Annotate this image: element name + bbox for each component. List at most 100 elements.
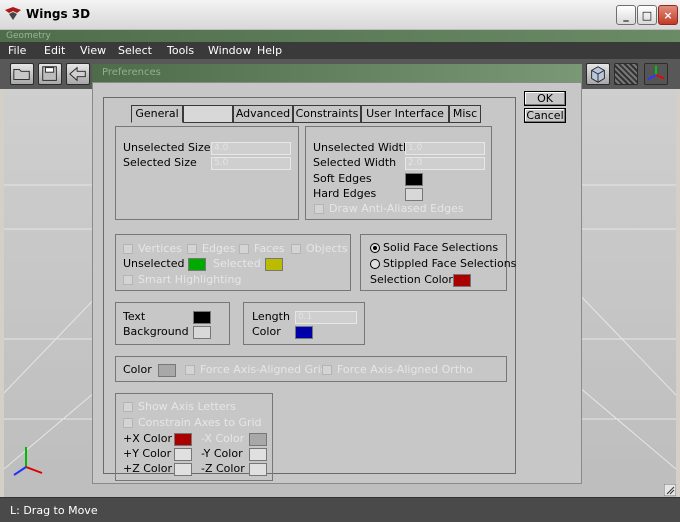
status-text: L: Drag to Move (10, 504, 98, 517)
selected-width-input[interactable]: 2.0 (405, 157, 485, 170)
background-color-swatch[interactable] (193, 326, 211, 339)
normal-color-label: Color (252, 325, 281, 338)
faces-checkbox[interactable] (239, 244, 249, 254)
unselected-color-swatch[interactable] (188, 258, 206, 271)
unselected-width-label: Unselected Width (313, 141, 410, 154)
length-input[interactable]: 0.1 (295, 311, 357, 324)
window-title: Wings 3D (26, 7, 91, 21)
plus-x-color-swatch[interactable] (174, 433, 192, 446)
minimize-button[interactable]: _ (616, 5, 636, 25)
menu-window[interactable]: Window (208, 44, 251, 57)
save-icon[interactable] (38, 63, 62, 85)
resize-grip-icon[interactable] (664, 484, 676, 496)
unselected-width-input[interactable]: 1.0 (405, 142, 485, 155)
menu-file[interactable]: File (8, 44, 26, 57)
selected-label: Selected (213, 257, 261, 270)
text-color-swatch[interactable] (193, 311, 211, 324)
menu-help[interactable]: Help (257, 44, 282, 57)
smart-highlighting-checkbox[interactable] (123, 275, 133, 285)
grid-color-label: Color (123, 363, 152, 376)
selected-width-label: Selected Width (313, 156, 397, 169)
unselected-size-label: Unselected Size (123, 141, 211, 154)
objects-checkbox[interactable] (291, 244, 301, 254)
soft-edges-color-swatch[interactable] (405, 173, 423, 186)
force-grid-checkbox[interactable] (185, 365, 195, 375)
hard-edges-color-swatch[interactable] (405, 188, 423, 201)
tab-user-interface[interactable]: User Interface (361, 105, 449, 123)
selected-size-label: Selected Size (123, 156, 197, 169)
force-ortho-label: Force Axis-Aligned Ortho (337, 363, 473, 376)
menu-edit[interactable]: Edit (44, 44, 65, 57)
cancel-button[interactable]: Cancel (524, 108, 566, 123)
dialog-title: Preferences (102, 67, 161, 78)
geometry-strip-label: Geometry (6, 31, 51, 41)
objects-label: Objects (306, 242, 348, 255)
edges-checkbox[interactable] (187, 244, 197, 254)
stippled-face-radio[interactable] (370, 259, 380, 269)
text-label: Text (123, 310, 146, 323)
stippled-face-label: Stippled Face Selections (383, 257, 517, 270)
hard-edges-label: Hard Edges (313, 187, 377, 200)
cube-icon[interactable] (586, 63, 610, 85)
normal-color-swatch[interactable] (295, 326, 313, 339)
constrain-axes-checkbox[interactable] (123, 418, 133, 428)
grid-color-swatch[interactable] (158, 364, 176, 377)
vertices-label: Vertices (138, 242, 182, 255)
anti-aliased-label: Draw Anti-Aliased Edges (329, 202, 464, 215)
title-bar: Wings 3D _ □ × (0, 0, 680, 30)
background-label: Background (123, 325, 189, 338)
preferences-title-bar[interactable]: Preferences (92, 64, 582, 82)
selection-color-label: Selection Color (370, 273, 453, 286)
normals-group: Length 0.1 Color (243, 302, 365, 345)
axes-icon[interactable] (644, 63, 668, 85)
selected-color-swatch[interactable] (265, 258, 283, 271)
checker-icon[interactable] (614, 63, 638, 85)
soft-edges-label: Soft Edges (313, 172, 372, 185)
minus-y-color-label: -Y Color (201, 447, 243, 460)
plus-x-color-label: +X Color (123, 432, 172, 445)
tab-general[interactable]: General (131, 105, 183, 123)
force-grid-label: Force Axis-Aligned Grid (200, 363, 328, 376)
minus-y-color-swatch[interactable] (249, 448, 267, 461)
geometry-strip: Geometry (0, 30, 680, 42)
axes-group: Show Axis Letters Constrain Axes to Grid… (115, 393, 273, 481)
show-axis-letters-label: Show Axis Letters (138, 400, 236, 413)
plus-z-color-swatch[interactable] (174, 463, 192, 476)
unselected-size-input[interactable]: 4.0 (211, 142, 291, 155)
solid-face-label: Solid Face Selections (383, 241, 499, 254)
ok-button[interactable]: OK (524, 91, 566, 106)
selected-size-input[interactable]: 5.0 (211, 157, 291, 170)
minus-z-color-label: -Z Color (201, 462, 245, 475)
plus-y-color-swatch[interactable] (174, 448, 192, 461)
open-folder-icon[interactable] (10, 63, 34, 85)
tab-misc[interactable]: Misc (449, 105, 481, 123)
force-ortho-checkbox[interactable] (322, 365, 332, 375)
selection-color-swatch[interactable] (453, 274, 471, 287)
tab-spacer (183, 105, 233, 123)
show-axis-letters-checkbox[interactable] (123, 402, 133, 412)
text-color-group: Text Background (115, 302, 230, 345)
highlight-group: Vertices Edges Faces Objects Unselected … (115, 234, 351, 291)
smart-highlighting-label: Smart Highlighting (138, 273, 242, 286)
back-arrow-icon[interactable] (66, 63, 90, 85)
edge-group: Unselected Width 1.0 Selected Width 2.0 … (305, 126, 492, 220)
vertices-checkbox[interactable] (123, 244, 133, 254)
faces-label: Faces (254, 242, 285, 255)
minus-x-color-swatch[interactable] (249, 433, 267, 446)
face-selection-group: Solid Face Selections Stippled Face Sele… (360, 234, 516, 291)
length-label: Length (252, 310, 290, 323)
menu-view[interactable]: View (80, 44, 106, 57)
menu-select[interactable]: Select (118, 44, 152, 57)
maximize-button[interactable]: □ (637, 5, 657, 25)
solid-face-radio[interactable] (370, 243, 380, 253)
status-bar: L: Drag to Move (0, 497, 680, 522)
unselected-label: Unselected (123, 257, 185, 270)
anti-aliased-checkbox[interactable] (314, 204, 324, 214)
tab-advanced[interactable]: Advanced (233, 105, 293, 123)
plus-y-color-label: +Y Color (123, 447, 172, 460)
menu-tools[interactable]: Tools (167, 44, 194, 57)
grid-group: Color Force Axis-Aligned Grid Force Axis… (115, 356, 507, 382)
close-button[interactable]: × (658, 5, 678, 25)
tab-constraints[interactable]: Constraints (293, 105, 361, 123)
minus-z-color-swatch[interactable] (249, 463, 267, 476)
